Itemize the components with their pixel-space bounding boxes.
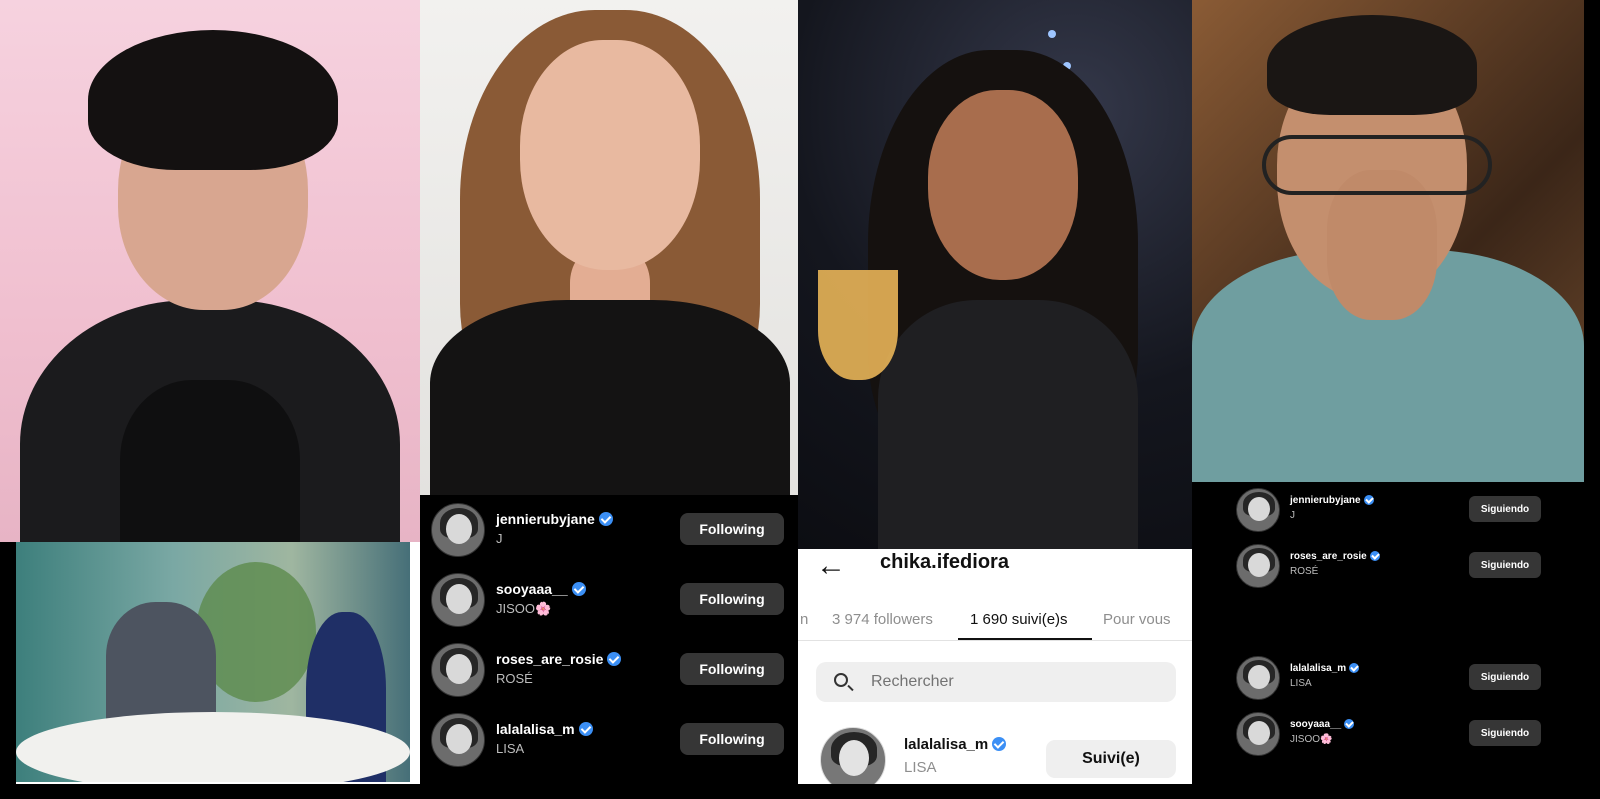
avatar[interactable]: [1236, 712, 1280, 756]
username[interactable]: sooyaaa__: [1290, 719, 1341, 730]
portrait-photo-woman-smiling: [420, 0, 798, 495]
list-item[interactable]: lalalalisa_m LISA Siguiendo: [1192, 650, 1584, 706]
tab-following[interactable]: 1 690 suivi(e)s: [970, 611, 1068, 628]
list-item[interactable]: jennierubyjane J Following: [420, 495, 798, 565]
following-button[interactable]: Following: [680, 653, 784, 685]
display-name: ROSÉ: [1290, 566, 1319, 577]
following-button[interactable]: Following: [680, 723, 784, 755]
avatar[interactable]: [431, 573, 485, 627]
restaurant-photo: [16, 542, 410, 782]
username[interactable]: roses_are_rosie: [496, 651, 603, 667]
tab-followers[interactable]: 3 974 followers: [832, 611, 933, 628]
face: [928, 90, 1078, 280]
table: [16, 712, 410, 782]
arrow-left-icon[interactable]: ←: [816, 551, 846, 581]
face: [520, 40, 700, 270]
frame-border: [0, 542, 16, 799]
verified-badge-icon: [1369, 551, 1380, 561]
display-name: LISA: [904, 759, 937, 776]
display-name: J: [1290, 510, 1295, 521]
username[interactable]: lalalalisa_m: [1290, 663, 1346, 674]
following-button[interactable]: Siguiendo: [1469, 664, 1541, 690]
avatar[interactable]: [431, 713, 485, 767]
wine-glass: [818, 270, 898, 380]
avatar[interactable]: [1236, 656, 1280, 700]
following-button[interactable]: Siguiendo: [1469, 552, 1541, 578]
display-name: LISA: [1290, 678, 1312, 689]
following-list-french: ← chika.ifediora n 3 974 followers 1 690…: [798, 549, 1192, 784]
glasses: [1262, 135, 1492, 195]
username[interactable]: jennierubyjane: [496, 511, 595, 527]
following-button[interactable]: Siguiendo: [1469, 496, 1541, 522]
list-item[interactable]: jennierubyjane J Siguiendo: [1192, 482, 1584, 538]
list-item[interactable]: sooyaaa__ JISOO🌸 Siguiendo: [1192, 706, 1584, 762]
verified-badge-icon: [1349, 663, 1360, 673]
person-seated: [106, 602, 216, 722]
following-list-english: jennierubyjane J Following sooyaaa__ JIS…: [420, 495, 798, 784]
username[interactable]: jennierubyjane: [1290, 495, 1361, 506]
profile-tabs: n 3 974 followers 1 690 suivi(e)s Pour v…: [798, 597, 1192, 641]
username[interactable]: lalalalisa_m: [496, 721, 575, 737]
background-light: [1048, 30, 1056, 38]
following-button[interactable]: Following: [680, 513, 784, 545]
following-button[interactable]: Siguiendo: [1469, 720, 1541, 746]
following-list-spanish: jennierubyjane J Siguiendo roses_are_ros…: [1192, 482, 1584, 784]
portrait-photo-man-pink-background: [0, 0, 420, 542]
verified-badge-icon: [598, 512, 613, 526]
avatar[interactable]: [820, 727, 886, 784]
frame-border: [0, 784, 1600, 799]
verified-badge-icon: [1363, 495, 1374, 505]
display-name: JISOO🌸: [496, 601, 552, 616]
display-name: ROSÉ: [496, 671, 533, 686]
search-input[interactable]: Rechercher: [816, 662, 1176, 702]
verified-badge-icon: [607, 652, 622, 666]
frame-border: [1584, 0, 1600, 799]
profile-username: chika.ifediora: [880, 551, 1009, 573]
top: [430, 300, 790, 495]
following-button[interactable]: Following: [680, 583, 784, 615]
display-name: J: [496, 531, 503, 546]
username[interactable]: sooyaaa__: [496, 581, 568, 597]
top: [878, 300, 1138, 549]
portrait-photo-woman-wine-glass: [798, 0, 1192, 549]
username[interactable]: lalalalisa_m: [904, 736, 988, 753]
active-tab-indicator: [958, 638, 1092, 640]
avatar[interactable]: [431, 643, 485, 697]
verified-badge-icon: [1344, 719, 1355, 729]
shirt: [120, 380, 300, 542]
search-icon: [834, 673, 848, 687]
display-name: JISOO🌸: [1290, 734, 1333, 745]
tab-truncated[interactable]: n: [800, 611, 808, 628]
verified-badge-icon: [571, 582, 586, 596]
avatar[interactable]: [1236, 488, 1280, 532]
list-item[interactable]: roses_are_rosie ROSÉ Following: [420, 635, 798, 705]
verified-badge-icon: [992, 737, 1007, 751]
list-item[interactable]: roses_are_rosie ROSÉ Siguiendo: [1192, 538, 1584, 594]
display-name: LISA: [496, 741, 525, 756]
list-item[interactable]: sooyaaa__ JISOO🌸 Following: [420, 565, 798, 635]
tab-for-you[interactable]: Pour vous: [1103, 611, 1171, 628]
list-item[interactable]: lalalalisa_m LISA Following: [420, 705, 798, 775]
verified-badge-icon: [578, 722, 593, 736]
hair: [1267, 15, 1477, 115]
portrait-photo-man-glasses: [1192, 0, 1584, 482]
hair: [88, 30, 338, 170]
avatar[interactable]: [1236, 544, 1280, 588]
following-button[interactable]: Suivi(e): [1046, 740, 1176, 778]
search-placeholder: Rechercher: [871, 673, 954, 690]
avatar[interactable]: [431, 503, 485, 557]
username[interactable]: roses_are_rosie: [1290, 551, 1367, 562]
